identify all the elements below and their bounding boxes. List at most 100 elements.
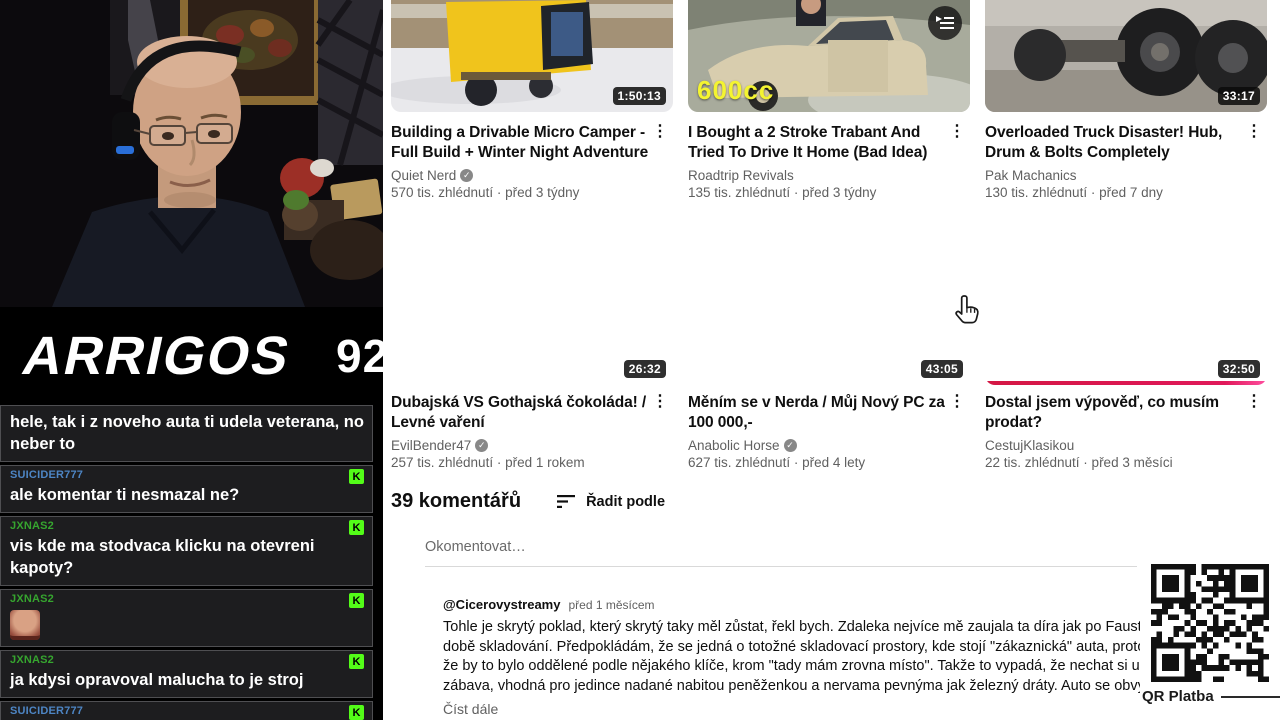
channel-name: CestujKlasikou: [985, 438, 1075, 453]
kick-badge-icon: K: [349, 469, 364, 484]
qr-label-rule: [1220, 695, 1280, 698]
video-thumbnail[interactable]: 1:50:13: [391, 0, 673, 112]
video-meta: 257 tis. zhlédnutí · před 1 rokem: [391, 455, 585, 470]
sort-button[interactable]: Řadit podle: [557, 494, 665, 510]
video-duration-badge: 33:17: [1217, 87, 1260, 105]
kick-badge-icon: K: [349, 654, 364, 669]
video-title[interactable]: Building a Drivable Micro Camper - Full …: [391, 123, 649, 163]
channel-name: EvilBender47: [391, 438, 472, 453]
chat-message: SUICIDER777 K ale komentar ti nesmazal n…: [0, 465, 373, 513]
chat-message-text: vis kde ma stodvaca klicku na otevreni k…: [10, 537, 315, 577]
comment-input-wrap: [425, 538, 1137, 567]
stream-logo-banner: ARRIGOS 92: [0, 307, 388, 405]
chat-username: JXNAS2: [10, 654, 54, 666]
video-channel[interactable]: CestujKlasikou: [985, 438, 1243, 453]
comment-author[interactable]: @Cicerovystreamy: [443, 597, 560, 612]
mouse-cursor-hand-icon: [955, 295, 979, 324]
video-channel[interactable]: Anabolic Horse ✓: [688, 438, 946, 453]
chat-message: JXNAS2 K ja kdysi opravoval malucha to j…: [0, 650, 373, 698]
video-meta: 570 tis. zhlédnutí · před 3 týdny: [391, 185, 580, 200]
video-title[interactable]: Dubajská VS Gothajská čokoláda! / Levné …: [391, 393, 649, 433]
video-title[interactable]: I Bought a 2 Stroke Trabant And Tried To…: [688, 123, 946, 163]
video-channel[interactable]: EvilBender47 ✓: [391, 438, 649, 453]
add-to-queue-icon[interactable]: [928, 6, 962, 40]
chat-message: JXNAS2 K vis kde ma stodvaca klicku na o…: [0, 516, 373, 586]
comment-line: Tohle je skrytý poklad, který skrytý tak…: [443, 619, 1143, 635]
chat-username: JXNAS2: [10, 593, 54, 605]
video-thumbnail[interactable]: 33:17: [985, 0, 1267, 112]
video-title[interactable]: Měním se v Nerda / Můj Nový PC za 100 00…: [688, 393, 946, 433]
stream-overlay-panel: ARRIGOS 92 hele, tak i z noveho auta ti …: [0, 0, 388, 720]
chat-message-text: ale komentar ti nesmazal ne?: [10, 486, 240, 504]
video-thumbnail[interactable]: 43:05: [688, 227, 970, 385]
comment-time[interactable]: před 1 měsícem: [568, 598, 654, 612]
video-card: 33:17 Overloaded Truck Disaster! Hub, Dr…: [985, 0, 1267, 200]
chat-message: hele, tak i z noveho auta ti udela veter…: [0, 405, 373, 462]
comments-header: 39 komentářů Řadit podle: [391, 490, 665, 513]
stream-logo-number: 92: [336, 330, 390, 382]
qr-code-image: [1151, 564, 1269, 682]
video-menu-kebab-icon[interactable]: ⋮: [649, 393, 671, 470]
video-thumbnail[interactable]: 32:50: [985, 227, 1267, 385]
thumbnail-text-600cc: 600cc: [697, 75, 775, 105]
screen: ARRIGOS 92 hele, tak i z noveho auta ti …: [0, 0, 1280, 720]
video-thumbnail[interactable]: 26:32: [391, 227, 673, 385]
chat-overlay: hele, tak i z noveho auta ti udela veter…: [0, 405, 383, 720]
chat-username: SUICIDER777: [10, 469, 84, 481]
video-duration-badge: 43:05: [920, 360, 963, 378]
channel-name: Pak Machanics: [985, 168, 1077, 183]
comment-line: že by to bylo oddělené podle nějakého kl…: [443, 658, 1143, 674]
watch-progress-bar: [985, 381, 1267, 385]
video-channel[interactable]: Roadtrip Revivals: [688, 168, 946, 183]
channel-name: Roadtrip Revivals: [688, 168, 794, 183]
video-meta: 22 tis. zhlédnutí · před 3 měsíci: [985, 455, 1173, 470]
chat-message: SUICIDER777 K ja se ti divim Cici, ten c…: [0, 701, 373, 720]
kick-badge-icon: K: [349, 520, 364, 535]
stream-logo-text: ARRIGOS: [17, 326, 297, 386]
comment-text: Tohle je skrytý poklad, který skrytý tak…: [443, 618, 1143, 696]
video-card: 600cc I Bought a 2 Stroke Trabant And Tr…: [688, 0, 970, 200]
video-meta: 135 tis. zhlédnutí · před 3 týdny: [688, 185, 877, 200]
qr-label: QR Platba: [1142, 688, 1214, 705]
video-channel[interactable]: Quiet Nerd ✓: [391, 168, 649, 183]
video-duration-badge: 32:50: [1217, 360, 1260, 378]
video-menu-kebab-icon[interactable]: ⋮: [649, 123, 671, 200]
kick-badge-icon: K: [349, 593, 364, 608]
webcam-video: [0, 0, 383, 307]
video-menu-kebab-icon[interactable]: ⋮: [946, 123, 968, 200]
chat-message: JXNAS2 K: [0, 589, 373, 647]
chat-message-text: hele, tak i z noveho auta ti udela veter…: [10, 413, 364, 453]
video-meta: 130 tis. zhlédnutí · před 7 dny: [985, 185, 1163, 200]
video-card: 1:50:13 Building a Drivable Micro Camper…: [391, 0, 673, 200]
video-menu-kebab-icon[interactable]: ⋮: [1243, 123, 1265, 200]
comment-line: zábava, vhodná pro jedince nadané nabito…: [443, 677, 1143, 694]
sort-label: Řadit podle: [586, 493, 666, 510]
video-card: 43:05 Měním se v Nerda / Můj Nový PC za …: [688, 227, 970, 470]
video-title[interactable]: Dostal jsem výpověď, co musím prodat?: [985, 393, 1243, 433]
chat-username: JXNAS2: [10, 520, 54, 532]
verified-badge-icon: ✓: [460, 169, 474, 182]
webcam-scene-illustration: [0, 0, 383, 307]
video-meta: 627 tis. zhlédnutí · před 4 lety: [688, 455, 866, 470]
sort-icon: [557, 495, 576, 508]
video-thumbnail[interactable]: 600cc: [688, 0, 970, 112]
comments-count: 39 komentářů: [391, 490, 522, 512]
read-more-link[interactable]: Číst dále: [443, 701, 1143, 717]
comment-line: době skladování. Předpokládám, že se jed…: [443, 638, 1143, 655]
channel-name: Quiet Nerd: [391, 168, 457, 183]
video-title[interactable]: Overloaded Truck Disaster! Hub, Drum & B…: [985, 123, 1243, 163]
chat-message-text: ja kdysi opravoval malucha to je stroj: [10, 671, 304, 689]
video-duration-badge: 26:32: [623, 360, 666, 378]
youtube-page: 1:50:13 Building a Drivable Micro Camper…: [383, 0, 1280, 720]
verified-badge-icon: ✓: [783, 439, 797, 452]
qr-payment-panel: QR Platba: [1140, 560, 1280, 720]
comment-input[interactable]: [425, 539, 1137, 555]
chat-username: SUICIDER777: [10, 705, 84, 717]
channel-name: Anabolic Horse: [688, 438, 780, 453]
verified-badge-icon: ✓: [475, 439, 489, 452]
comment: @Cicerovystreamy před 1 měsícem Tohle je…: [443, 597, 1143, 717]
video-menu-kebab-icon[interactable]: ⋮: [1243, 393, 1265, 470]
kick-badge-icon: K: [349, 705, 364, 720]
video-menu-kebab-icon[interactable]: ⋮: [946, 393, 968, 470]
video-channel[interactable]: Pak Machanics: [985, 168, 1243, 183]
